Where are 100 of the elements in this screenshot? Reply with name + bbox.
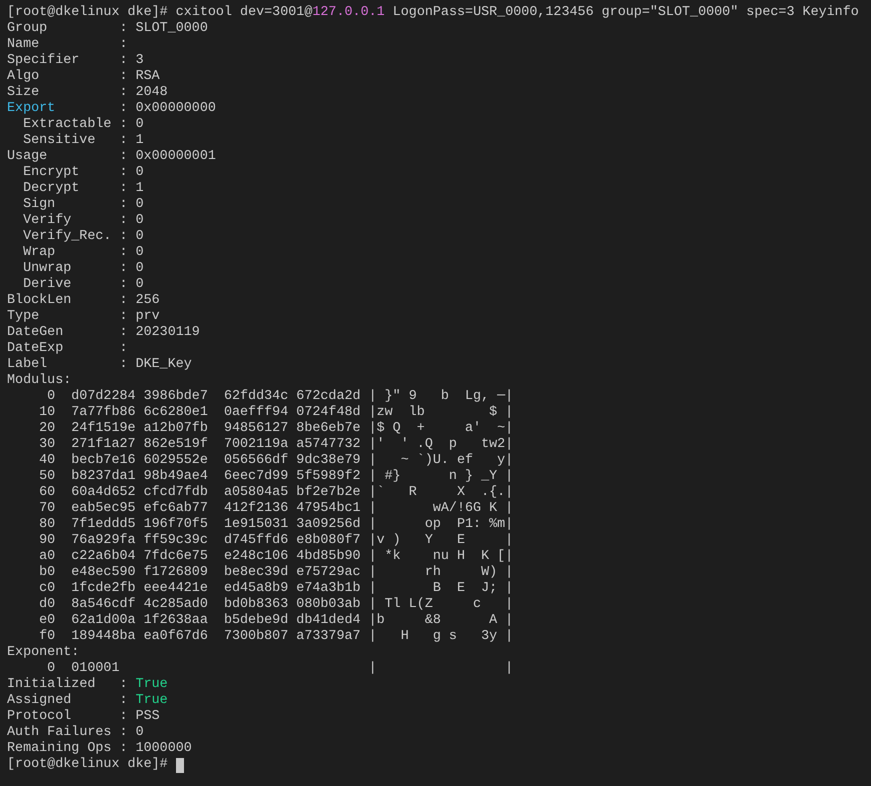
offset: e0 (38, 613, 56, 629)
field-label: DateGen (7, 325, 64, 341)
offset: 50 (38, 469, 56, 485)
field-label: Protocol (7, 709, 72, 725)
field-value: 1 (136, 181, 144, 197)
field-value: prv (136, 309, 160, 325)
separator: : (119, 101, 128, 117)
offset: d0 (38, 597, 56, 613)
field-label: Sensitive (23, 133, 96, 149)
hex-word: 080b03ab (296, 597, 361, 613)
separator: : (119, 229, 128, 245)
hex-word: 056566df (224, 453, 288, 469)
field-label: Size (7, 85, 40, 101)
field-value: 20230119 (136, 325, 200, 341)
hex-word: e74a3b1b (296, 581, 361, 597)
field-label: Encrypt (23, 165, 80, 181)
field-label: Group (7, 21, 48, 37)
hex-word: a73379a7 (296, 629, 361, 645)
ascii-text: |v ) Y E | (368, 533, 514, 549)
ascii-text: |b &8 A | (368, 613, 514, 629)
hex-word: 7a77fb86 (71, 405, 136, 421)
field-value: PSS (136, 709, 160, 725)
separator: : (119, 357, 128, 373)
offset: 10 (38, 405, 56, 421)
hex-word: 189448ba (71, 629, 136, 645)
separator: : (119, 197, 128, 213)
offset: f0 (38, 629, 56, 645)
field-value: 0 (136, 213, 144, 229)
offset: 0 (46, 661, 56, 677)
field-value: 0x00000000 (136, 101, 216, 117)
hex-word: 7300b807 (224, 629, 288, 645)
hex-word: ea0f67d6 (144, 629, 208, 645)
offset: b0 (38, 565, 56, 581)
hex-word: 412f2136 (224, 501, 288, 517)
field-label: Decrypt (23, 181, 80, 197)
field-value: 0 (136, 165, 144, 181)
offset: 60 (38, 485, 56, 501)
hex-word: 62fdd34c (224, 389, 288, 405)
hex-word: 76a929fa (71, 533, 136, 549)
ascii-text: | wA/!6G K | (368, 501, 514, 517)
offset: 20 (38, 421, 56, 437)
hex-word: becb7e16 (71, 453, 136, 469)
field-label: Unwrap (23, 261, 72, 277)
hex-word: 3a09256d (296, 517, 361, 533)
separator: : (119, 21, 128, 37)
hex-word: 672cda2d (296, 389, 361, 405)
hex-word: 196f70f5 (144, 517, 208, 533)
field-label: Label (7, 357, 48, 373)
separator: : (119, 165, 128, 181)
ascii-text: | }" 9 b Lg, ─| (368, 389, 514, 405)
hex-word: 98b49ae4 (144, 469, 208, 485)
ascii-text: | *k nu H K [| (368, 549, 514, 565)
hex-word: 4c285ad0 (144, 597, 208, 613)
separator: : (119, 341, 128, 357)
hex-word: 94856127 (224, 421, 288, 437)
field-label: Wrap (23, 245, 56, 261)
hex-word: d745ffd6 (224, 533, 288, 549)
field-value: SLOT_0000 (136, 21, 208, 37)
separator: : (119, 309, 128, 325)
hex-word: efc6ab77 (144, 501, 208, 517)
offset: 70 (38, 501, 56, 517)
hex-word: 0724f48d (296, 405, 361, 421)
hex-word: 4bd85b90 (296, 549, 361, 565)
hex-word: 9dc38e79 (296, 453, 361, 469)
field-label: Algo (7, 69, 40, 85)
ascii-text: |' ' .Q p tw2| (368, 437, 514, 453)
hex-word: e248c106 (224, 549, 288, 565)
field-label: Assigned (7, 693, 72, 709)
hex-word: ed45a8b9 (224, 581, 288, 597)
field-value: True (136, 693, 168, 709)
field-label: Verify_Rec. (23, 229, 112, 245)
offset: 30 (38, 437, 56, 453)
hex-word: 60a4d652 (71, 485, 136, 501)
hex-word: 62a1d00a (71, 613, 136, 629)
ascii-text: | | (368, 661, 514, 677)
hex-word: eee4421e (144, 581, 208, 597)
hex-word: eab5ec95 (71, 501, 136, 517)
offset: 0 (46, 389, 56, 405)
hex-word: 6c6280e1 (144, 405, 208, 421)
hex-word: e48ec590 (71, 565, 136, 581)
separator: : (119, 85, 128, 101)
command-text: cxitool dev=3001@127.0.0.1 LogonPass=USR_0000,123456 group="SLOT_0000" spec=3 Keyinfo (176, 5, 859, 21)
field-value: 2048 (136, 85, 168, 101)
shell-prompt: [root@dkelinux dke]# (7, 757, 168, 773)
hex-word: 0aefff94 (224, 405, 288, 421)
hex-word: f1726809 (144, 565, 208, 581)
field-value: 0 (136, 277, 144, 293)
offset: 80 (38, 517, 56, 533)
field-label: Remaining Ops (7, 741, 112, 757)
field-label: Specifier (7, 53, 80, 69)
field-value: RSA (136, 69, 160, 85)
hex-word: ff59c39c (144, 533, 208, 549)
field-label: Derive (23, 277, 72, 293)
ascii-text: | H g s 3y | (368, 629, 514, 645)
separator: : (119, 117, 128, 133)
hex-word: 47954bc1 (296, 501, 361, 517)
separator: : (119, 325, 128, 341)
offset: a0 (38, 549, 56, 565)
field-label: Type (7, 309, 40, 325)
hex-word: c22a6b04 (71, 549, 136, 565)
